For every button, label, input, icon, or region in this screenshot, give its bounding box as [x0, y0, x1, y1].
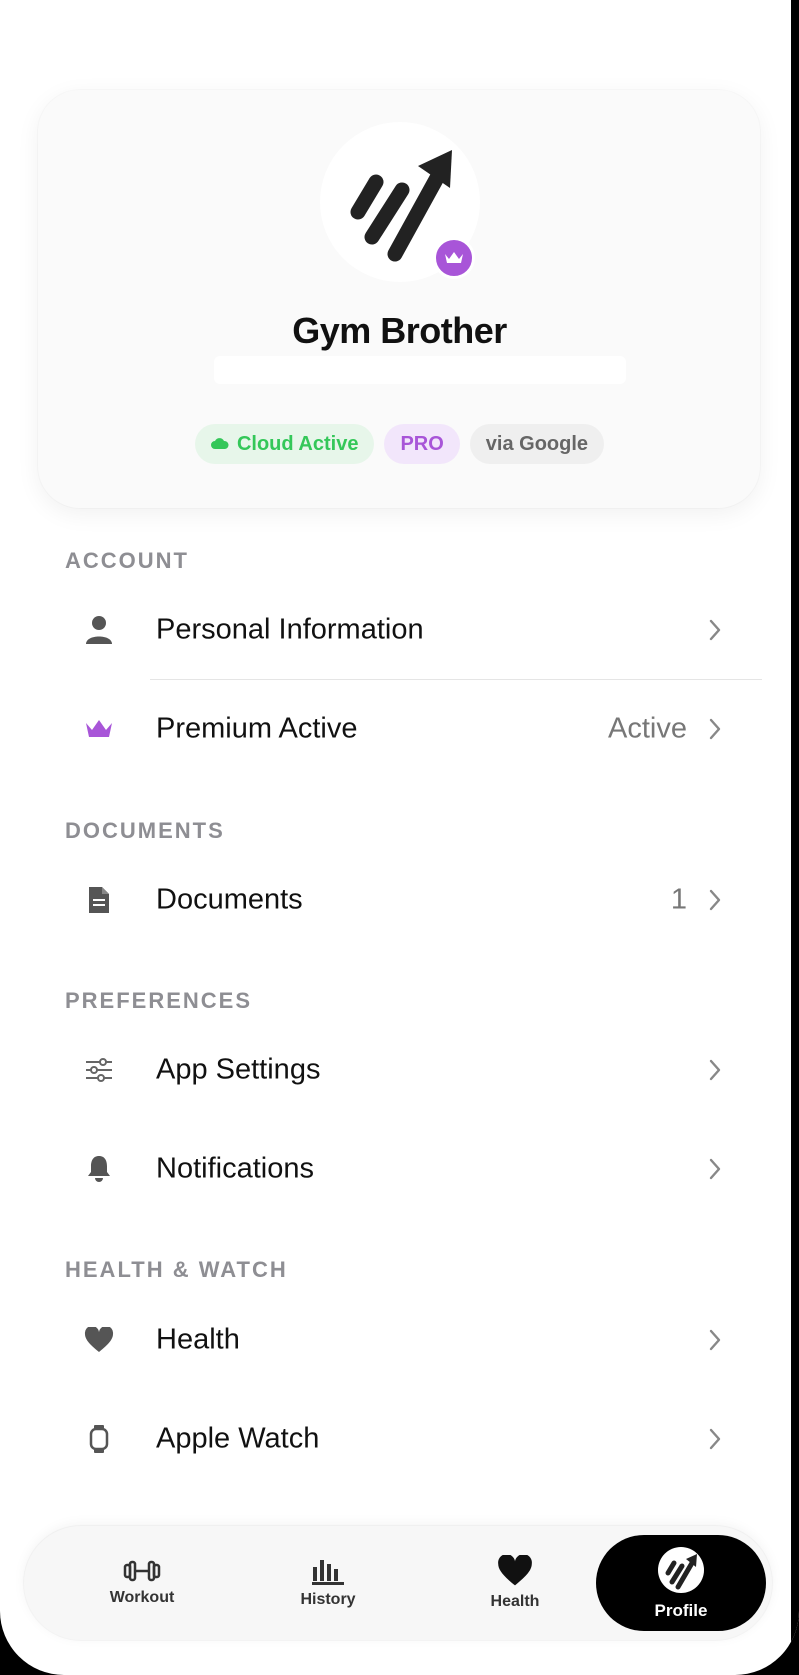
profile-name: Gym Brother [292, 310, 507, 351]
row-label: Personal Information [156, 613, 424, 646]
person-icon [80, 611, 118, 649]
watch-icon [80, 1420, 118, 1458]
documents-count: 1 [670, 883, 687, 916]
row-value: Active [608, 712, 687, 745]
bell-icon [80, 1150, 118, 1188]
tab-label: Health [490, 1593, 540, 1610]
row-health[interactable]: Health [0, 1295, 799, 1385]
section-title-health-watch: HEALTH & WATCH [65, 1257, 288, 1282]
dumbbell-icon [123, 1560, 161, 1582]
screen: Gym Brother Cloud Active PRO via Google … [0, 0, 799, 1675]
tab-label: Workout [109, 1589, 175, 1606]
section-title-preferences: PREFERENCES [65, 988, 253, 1013]
row-label: Health [156, 1323, 240, 1356]
tab-health[interactable]: Health [430, 1526, 600, 1640]
tab-label: Profile [654, 1601, 708, 1620]
heart-icon [80, 1321, 118, 1359]
tab-profile[interactable]: Profile [596, 1535, 766, 1631]
tab-label: History [300, 1591, 356, 1608]
row-documents[interactable]: Documents 1 [0, 855, 799, 945]
row-notifications[interactable]: Notifications [0, 1124, 799, 1214]
chevron-right-icon [705, 1056, 725, 1084]
row-personal-information[interactable]: Personal Information [0, 585, 799, 675]
heart-icon [498, 1555, 532, 1586]
row-label: Documents [156, 883, 303, 916]
bar-chart-icon [312, 1560, 344, 1585]
document-icon [80, 881, 118, 919]
section-title-documents: DOCUMENTS [65, 818, 225, 843]
status-badges: Cloud Active PRO via Google [0, 424, 799, 464]
row-label: Notifications [156, 1152, 314, 1185]
device-bezel [791, 0, 799, 1675]
crown-icon [80, 710, 118, 748]
pro-badge: PRO [384, 424, 460, 464]
row-premium-active[interactable]: Premium Active Active [0, 684, 799, 774]
tab-history[interactable]: History [243, 1526, 413, 1640]
row-label: Premium Active [156, 712, 358, 745]
section-title-account: ACCOUNT [65, 548, 189, 573]
divider [150, 679, 762, 680]
crown-icon [445, 252, 463, 263]
chevron-right-icon [705, 715, 725, 743]
chevron-right-icon [705, 616, 725, 644]
tab-bar: Workout History Health Profile [24, 1526, 772, 1640]
cloud-status-badge: Cloud Active [194, 424, 375, 464]
premium-badge [433, 237, 475, 279]
email-redacted [214, 356, 626, 384]
tab-workout[interactable]: Workout [57, 1526, 227, 1640]
row-label: App Settings [156, 1053, 321, 1086]
row-label: Apple Watch [156, 1422, 320, 1455]
chevron-right-icon [705, 1155, 725, 1183]
app-logo-icon [658, 1547, 704, 1593]
chevron-right-icon [705, 1425, 725, 1453]
cloud-icon [210, 438, 229, 449]
provider-badge: via Google [469, 424, 605, 464]
row-app-settings[interactable]: App Settings [0, 1025, 799, 1115]
row-apple-watch[interactable]: Apple Watch [0, 1394, 799, 1484]
sliders-icon [80, 1051, 118, 1089]
chevron-right-icon [705, 1326, 725, 1354]
chevron-right-icon [705, 886, 725, 914]
